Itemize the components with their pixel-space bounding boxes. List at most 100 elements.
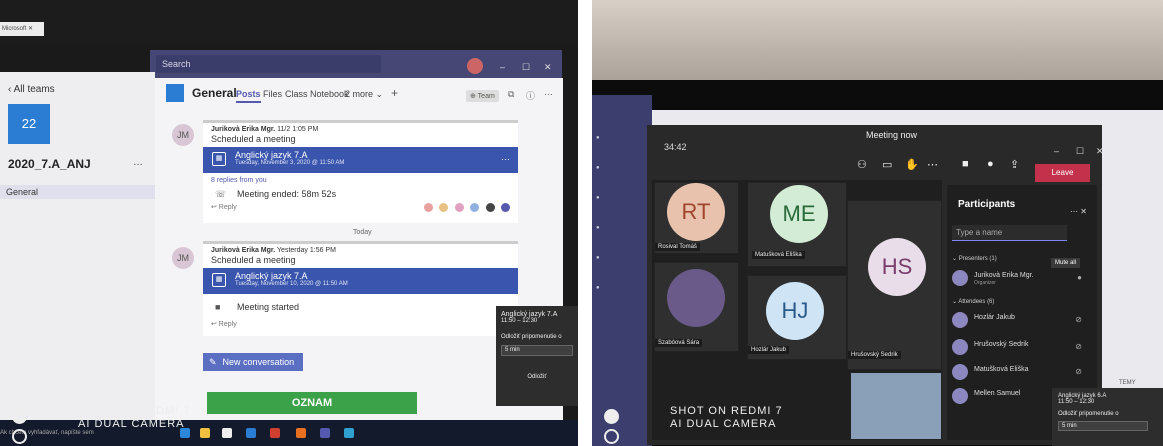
search-input[interactable]: Search: [156, 55, 381, 73]
teams-icon[interactable]: [320, 428, 330, 438]
calls-icon[interactable]: ●: [596, 285, 600, 291]
tab-more[interactable]: 2 more ⌄: [345, 89, 383, 100]
assignments-icon[interactable]: ●: [596, 225, 600, 231]
avatar: HS: [868, 238, 926, 296]
camera-icon[interactable]: ■: [962, 158, 969, 170]
replies-link[interactable]: 8 replies from you: [211, 177, 510, 184]
team-badge[interactable]: ⊕ Team: [466, 90, 499, 102]
chat-icon[interactable]: ▭: [882, 158, 892, 171]
chat-icon[interactable]: ●: [596, 165, 600, 171]
avatar: [454, 203, 464, 212]
tab-posts[interactable]: Posts: [236, 89, 261, 103]
reply-button[interactable]: ↩ Reply: [211, 320, 510, 328]
minimize-icon[interactable]: –: [1054, 146, 1059, 156]
sidebar-item-general[interactable]: General: [0, 185, 155, 199]
snooze-button[interactable]: Odložiť: [501, 374, 573, 380]
tab-class-notebook[interactable]: Class Notebook: [285, 89, 349, 99]
teams-icon[interactable]: ●: [596, 195, 600, 201]
browser-top-bar: [0, 0, 578, 44]
avatar: [952, 364, 968, 380]
post-card: Jurikovà Erika Mgr. 11/2 1:05 PM Schedul…: [203, 120, 518, 223]
mute-all-button[interactable]: Mute all: [1051, 258, 1081, 268]
more-icon[interactable]: ⋯: [927, 158, 938, 171]
raise-hand-icon[interactable]: ✋: [905, 158, 919, 171]
word-icon[interactable]: [246, 428, 256, 438]
video-tile: HS Hrušovský Sedrik: [847, 200, 942, 370]
browser-tab[interactable]: Microsoft ✕: [0, 22, 44, 36]
new-conversation-label: New conversation: [222, 357, 295, 367]
app-rail: [592, 95, 652, 446]
minimize-icon[interactable]: –: [500, 62, 505, 72]
video-tile: RT Rosival Tomáš: [654, 182, 739, 254]
participant-name: Matušková Eliška: [752, 251, 805, 259]
snooze-select[interactable]: 5 min: [501, 345, 573, 356]
folder-icon[interactable]: [200, 428, 210, 438]
compose-icon: ✎: [209, 357, 217, 367]
share-icon[interactable]: ⇪: [1010, 158, 1019, 171]
skype-icon[interactable]: [344, 428, 354, 438]
left-photo: Microsoft ✕ Search – ☐ ✕ ‹ All teams 22 …: [0, 0, 578, 446]
channel-title: General: [192, 86, 237, 100]
avatar: JM: [172, 124, 194, 146]
participant-row[interactable]: Matušková Eliška ⊘: [952, 364, 1092, 382]
participants-icon[interactable]: ⚇: [857, 158, 867, 171]
more-icon[interactable]: ⋯: [544, 89, 553, 100]
meeting-reminder-toast: Anglický jazyk 7.A 11:50 – 12:30 Odložiť…: [496, 306, 578, 406]
video-icon: ■: [215, 302, 221, 312]
watermark-line1: SHOT ON REDMI 7: [670, 405, 783, 417]
more-icon[interactable]: ⋯ ✕: [1070, 207, 1087, 216]
avatar: [423, 203, 433, 212]
avatar: JM: [172, 247, 194, 269]
participant-row[interactable]: Jurikovà Erika Mgr. Organizer ●: [952, 270, 1092, 288]
maximize-icon[interactable]: ☐: [1076, 146, 1084, 157]
activity-icon[interactable]: ●: [596, 135, 600, 141]
more-icon[interactable]: ⋯: [501, 154, 510, 165]
participant-name: Hrušovský Sedrik: [974, 341, 1029, 348]
attendees-group[interactable]: ⌄ Attendees (6): [952, 298, 994, 305]
microphone-icon[interactable]: ●: [987, 158, 994, 170]
participant-row[interactable]: Hrušovský Sedrik ⊘: [952, 339, 1092, 357]
calendar-icon[interactable]: ●: [596, 255, 600, 261]
tab-files[interactable]: Files: [263, 89, 282, 99]
close-icon[interactable]: ✕: [544, 62, 552, 73]
participant-avatars: [422, 199, 510, 217]
info-icon[interactable]: ⓘ: [526, 89, 535, 102]
powerpoint-icon[interactable]: [270, 428, 280, 438]
calendar-icon: ▦: [212, 152, 226, 166]
watermark-line2: AI DUAL CAMERA: [78, 418, 185, 430]
avatar[interactable]: [467, 58, 483, 74]
participant-search-input[interactable]: Type a name: [952, 225, 1067, 241]
close-icon[interactable]: ✕: [1096, 146, 1104, 157]
leave-button[interactable]: Leave: [1035, 164, 1090, 182]
avatar: [952, 388, 968, 404]
all-teams-link[interactable]: ‹ All teams: [8, 84, 55, 95]
toast-time: 11:50 – 12:30: [501, 318, 538, 324]
circle-icon: [12, 409, 27, 424]
meeting-date: Tuesday, November 10, 2020 @ 11:50 AM: [235, 281, 348, 287]
avatar: [439, 203, 449, 212]
participant-name: Mellen Samuel: [974, 390, 1021, 397]
participant-name: Jurikovà Erika Mgr.: [974, 272, 1034, 279]
snooze-select[interactable]: 5 min: [1058, 421, 1148, 431]
post-author-line: Jurikovà Erika Mgr. 11/2 1:05 PM: [211, 126, 510, 133]
team-more-button[interactable]: …: [133, 157, 143, 168]
presenters-group[interactable]: ⌄ Presenters (1): [952, 255, 997, 262]
firefox-icon[interactable]: [296, 428, 306, 438]
right-photo: ● ● ● ● ● ● 34:42 Meeting now – ☐ ✕ ⚇ ▭ …: [592, 0, 1163, 446]
team-name: 2020_7.A_ANJ: [8, 157, 91, 171]
calendar-icon: ▦: [212, 273, 226, 287]
meeting-card[interactable]: ▦ Anglický jazyk 7.A Tuesday, November 3…: [203, 147, 518, 173]
participant-name: Hozlár Jakub: [974, 314, 1015, 321]
circle-icon: [604, 429, 619, 444]
maximize-icon[interactable]: ☐: [522, 62, 530, 73]
participant-row[interactable]: Hozlár Jakub ⊘: [952, 312, 1092, 330]
store-icon[interactable]: [222, 428, 232, 438]
meeting-card[interactable]: ▦ Anglický jazyk 7.A Tuesday, November 1…: [203, 268, 518, 294]
video-icon[interactable]: ⧉: [508, 89, 514, 100]
add-tab-button[interactable]: +: [391, 86, 398, 100]
watermark-logo: [604, 409, 622, 446]
meeting-status-text: Meeting ended: 58m 52s: [237, 189, 337, 199]
channel-icon: [166, 84, 184, 102]
meeting-status-text: Meeting started: [237, 302, 300, 312]
new-conversation-button[interactable]: ✎ New conversation: [203, 353, 303, 371]
